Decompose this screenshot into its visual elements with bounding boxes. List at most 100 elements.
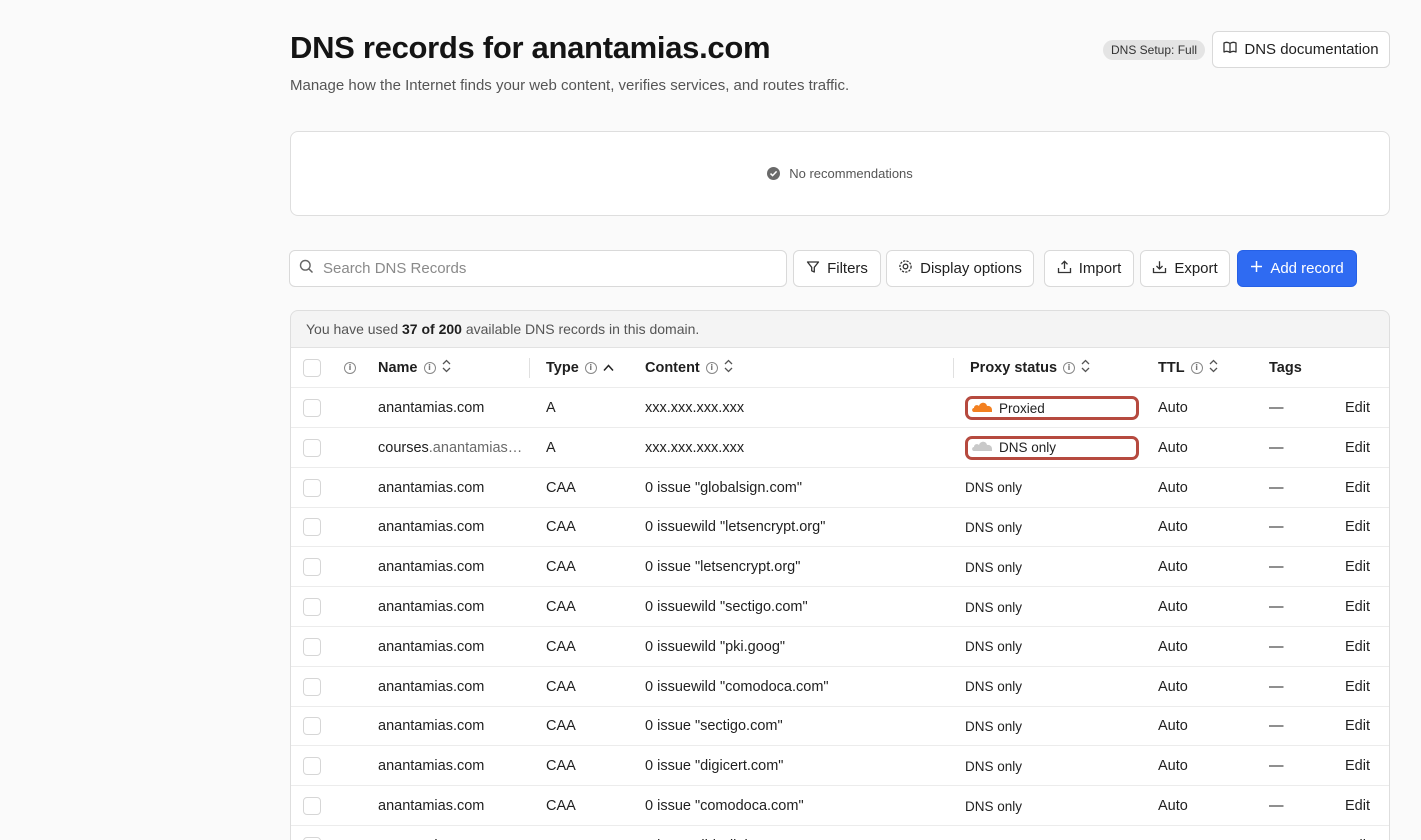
table-row[interactable]: anantamias.com Axxx.xxx.xxx.xxx Proxied Aut…	[291, 388, 1389, 428]
table-row[interactable]: anantamias.com CAA 0 issuewild "digicert.c…	[291, 826, 1389, 840]
table-row[interactable]: anantamias.com CAA 0 issuewild "letsencryp…	[291, 507, 1389, 548]
edit-record-button[interactable]: Edit	[1345, 428, 1370, 468]
row-checkbox[interactable]	[303, 637, 321, 656]
search-icon	[299, 259, 314, 279]
proxy-status-text: DNS only	[965, 758, 1023, 774]
sort-icon[interactable]	[442, 359, 451, 377]
row-checkbox[interactable]	[303, 518, 321, 537]
edit-record-button[interactable]: Edit	[1345, 627, 1370, 667]
record-name: anantamias.com	[378, 479, 485, 496]
download-icon	[1152, 260, 1167, 278]
record-content: 0 issue "globalsign.com"	[645, 479, 802, 496]
table-row[interactable]: anantamias.com CAA 0 issue "sectigo.com" DN…	[291, 706, 1389, 747]
dns-documentation-label: DNS documentation	[1244, 41, 1379, 58]
proxied-cloud-icon	[971, 401, 993, 416]
edit-record-button[interactable]: Edit	[1345, 388, 1370, 428]
record-content: 0 issue "letsencrypt.org"	[645, 559, 801, 576]
row-checkbox[interactable]	[303, 757, 321, 776]
record-tags: —	[1269, 638, 1284, 655]
record-ttl: Auto	[1158, 519, 1188, 536]
column-header-ttl[interactable]: TTL i	[1158, 348, 1218, 388]
edit-record-button[interactable]: Edit	[1345, 468, 1370, 508]
record-name: anantamias.com	[378, 798, 485, 814]
row-checkbox[interactable]	[303, 797, 321, 815]
dns-documentation-button[interactable]: DNS documentation	[1212, 31, 1390, 68]
select-all-checkbox[interactable]	[303, 359, 321, 377]
edit-record-button[interactable]: Edit	[1345, 667, 1370, 707]
record-ttl: Auto	[1158, 599, 1188, 615]
recommendations-text: No recommendations	[789, 166, 913, 181]
record-content: xxx.xxx.xxx.xxx	[645, 439, 745, 456]
table-row[interactable]: anantamias.com CAA 0 issue "globalsign.com…	[291, 468, 1389, 508]
record-tags: —	[1269, 519, 1284, 536]
row-checkbox[interactable]	[303, 598, 321, 616]
column-divider[interactable]	[953, 358, 954, 378]
record-tags: —	[1269, 599, 1284, 615]
proxy-status-toggle[interactable]: DNS only	[965, 435, 1139, 460]
plus-icon	[1250, 260, 1263, 277]
table-row[interactable]: anantamias.com CAA 0 issuewild "sectigo.co…	[291, 587, 1389, 627]
gear-icon	[898, 259, 913, 278]
add-record-label: Add record	[1270, 260, 1344, 277]
table-row[interactable]: anantamias.com CAA 0 issue "comodoca.com" D…	[291, 786, 1389, 826]
display-options-label: Display options	[920, 260, 1022, 277]
edit-record-button[interactable]: Edit	[1345, 706, 1370, 746]
table-row[interactable]: anantamias.com CAA 0 issue "letsencrypt.or…	[291, 547, 1389, 588]
proxy-info-icon[interactable]: i	[1063, 362, 1076, 374]
table-row[interactable]: anantamias.com CAA 0 issuewild "comodoca.c…	[291, 667, 1389, 707]
edit-record-button[interactable]: Edit	[1345, 826, 1370, 840]
edit-record-button[interactable]: Edit	[1345, 746, 1370, 786]
type-info-icon[interactable]: i	[584, 362, 597, 374]
info-icon[interactable]: i	[344, 362, 356, 374]
column-header-content[interactable]: Content i	[645, 348, 733, 388]
record-type: CAA	[546, 638, 576, 655]
edit-record-button[interactable]: Edit	[1345, 507, 1370, 547]
proxy-status-toggle[interactable]: Proxied	[965, 396, 1139, 420]
column-divider[interactable]	[529, 358, 530, 378]
record-content: 0 issuewild "pki.goog"	[645, 638, 786, 655]
sort-ascending-icon[interactable]	[603, 360, 614, 376]
upload-icon	[1057, 259, 1072, 278]
record-type: CAA	[546, 798, 576, 814]
column-header-proxy-status[interactable]: Proxy status i	[970, 348, 1090, 388]
edit-record-button[interactable]: Edit	[1345, 587, 1370, 627]
ttl-info-icon[interactable]: i	[1190, 362, 1203, 374]
record-ttl: Auto	[1158, 439, 1188, 456]
filters-button[interactable]: Filters	[793, 250, 881, 287]
table-row[interactable]: anantamias.com CAA 0 issue "digicert.com" D…	[291, 746, 1389, 787]
record-name: anantamias.com	[378, 599, 485, 615]
proxy-status-text: DNS only	[965, 679, 1023, 695]
search-field[interactable]	[289, 250, 787, 287]
import-button[interactable]: Import	[1044, 250, 1134, 287]
table-row[interactable]: courses .anantamias… Axxx.xxx.xxx.xxx DNS o…	[291, 428, 1389, 468]
name-info-icon[interactable]: i	[423, 362, 436, 374]
edit-record-button[interactable]: Edit	[1345, 547, 1370, 587]
table-row[interactable]: anantamias.com CAA 0 issuewild "pki.goog" D…	[291, 627, 1389, 667]
row-checkbox[interactable]	[303, 399, 321, 417]
record-tags: —	[1269, 718, 1284, 735]
record-content: 0 issue "sectigo.com"	[645, 718, 783, 735]
usage-text: You have used 37 of 200 available DNS re…	[306, 321, 700, 337]
record-content: 0 issue "digicert.com"	[645, 758, 784, 775]
search-input[interactable]	[323, 260, 763, 277]
record-tags: —	[1269, 758, 1284, 775]
row-checkbox[interactable]	[303, 717, 321, 736]
row-checkbox[interactable]	[303, 677, 321, 696]
column-header-type[interactable]: Type i	[546, 348, 614, 388]
row-checkbox[interactable]	[303, 558, 321, 577]
dns-records-table: i Name i Type i Content i Proxy status i	[291, 347, 1389, 840]
record-ttl: Auto	[1158, 638, 1188, 655]
filters-label: Filters	[827, 260, 868, 277]
content-info-icon[interactable]: i	[705, 362, 718, 374]
sort-icon[interactable]	[724, 359, 733, 377]
edit-record-button[interactable]: Edit	[1345, 786, 1370, 826]
column-header-name[interactable]: Name i	[378, 348, 451, 388]
display-options-button[interactable]: Display options	[886, 250, 1034, 287]
table-header-row: i Name i Type i Content i Proxy status i	[291, 348, 1389, 388]
sort-icon[interactable]	[1209, 359, 1218, 377]
row-checkbox[interactable]	[303, 438, 321, 457]
row-checkbox[interactable]	[303, 478, 321, 497]
add-record-button[interactable]: Add record	[1237, 250, 1357, 287]
sort-icon[interactable]	[1081, 359, 1090, 377]
export-button[interactable]: Export	[1140, 250, 1230, 287]
